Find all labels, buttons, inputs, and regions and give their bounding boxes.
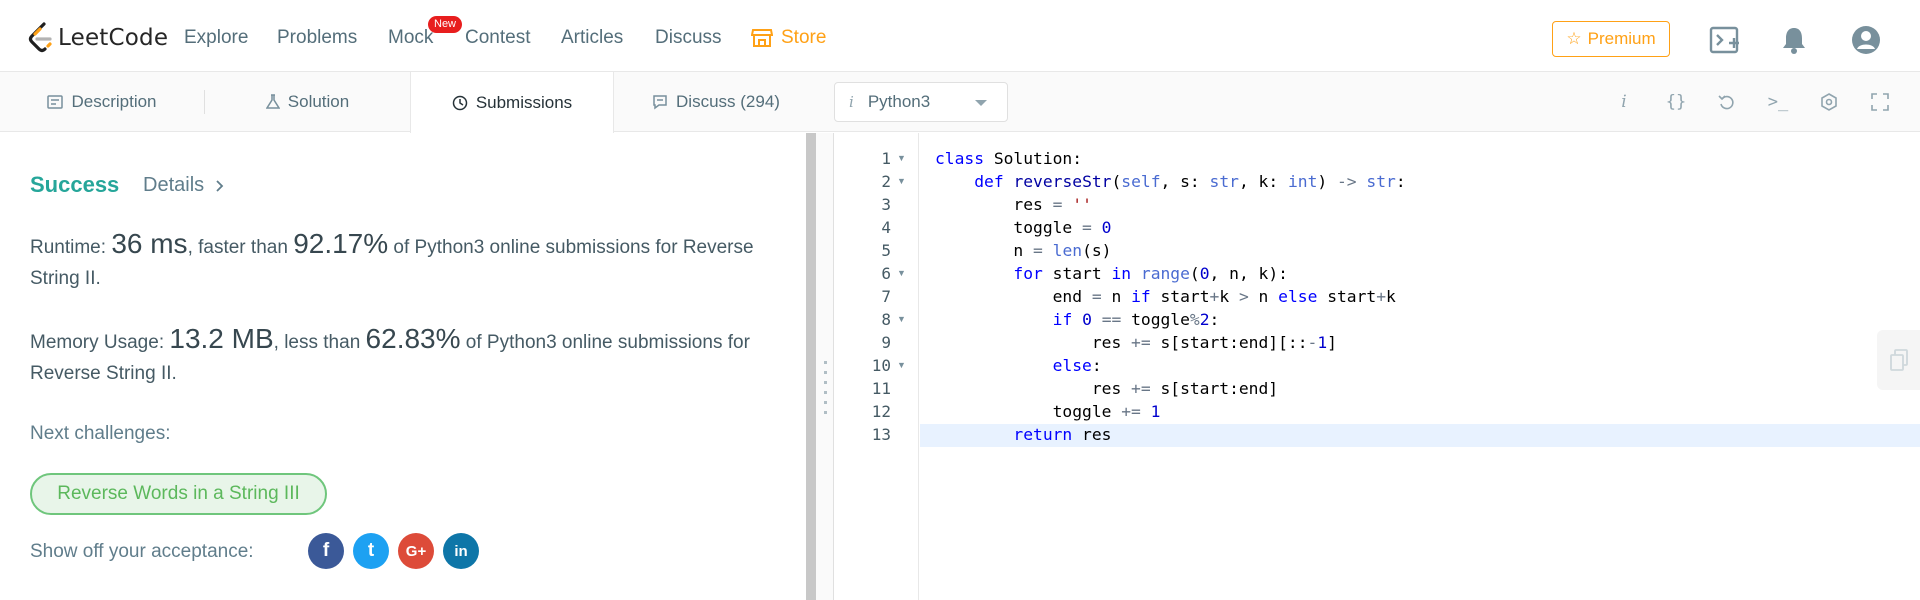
google-plus-share-icon[interactable]: G+ bbox=[398, 533, 434, 569]
info-icon[interactable]: i bbox=[1610, 88, 1638, 116]
playground-icon[interactable] bbox=[1709, 24, 1741, 56]
star-icon: ☆ bbox=[1566, 29, 1582, 48]
logo[interactable]: LeetCode bbox=[28, 22, 168, 54]
fullscreen-icon[interactable] bbox=[1866, 88, 1894, 116]
code-line: class Solution: bbox=[935, 149, 1083, 168]
chevron-down-icon bbox=[975, 100, 987, 106]
logo-text: LeetCode bbox=[58, 25, 169, 51]
line-number: 2 bbox=[881, 172, 891, 191]
nav-problems[interactable]: Problems bbox=[277, 27, 357, 49]
nav-articles[interactable]: Articles bbox=[561, 27, 623, 49]
fold-arrow-icon[interactable]: ▼ bbox=[897, 308, 906, 331]
runtime-value: 36 ms bbox=[111, 228, 188, 259]
code-line: return res bbox=[1013, 425, 1112, 444]
runtime-percent: 92.17% bbox=[293, 228, 389, 259]
notification-bell-icon[interactable] bbox=[1778, 24, 1810, 56]
line-number: 3 bbox=[881, 195, 891, 214]
runtime-stat: Runtime: 36 ms, faster than 92.17% of Py… bbox=[30, 228, 790, 294]
code-line: toggle += 1 bbox=[935, 402, 1161, 421]
language-value: Python3 bbox=[867, 92, 931, 111]
facebook-share-icon[interactable]: f bbox=[308, 533, 344, 569]
memory-label: Memory Usage: bbox=[30, 332, 170, 353]
braces-icon[interactable]: {} bbox=[1662, 88, 1690, 116]
tab-description-label: Description bbox=[71, 92, 157, 111]
settings-icon[interactable] bbox=[1815, 88, 1843, 116]
line-number: 11 bbox=[871, 379, 891, 398]
line-number: 6 bbox=[881, 264, 891, 283]
code-line: else: bbox=[1052, 356, 1102, 375]
code-line: toggle = 0 bbox=[935, 218, 1112, 237]
premium-button[interactable]: ☆ Premium bbox=[1552, 21, 1670, 57]
language-select[interactable]: i Python3 bbox=[834, 82, 1008, 122]
memory-mid: , less than bbox=[273, 332, 366, 353]
scrollbar[interactable] bbox=[806, 133, 816, 600]
line-number: 5 bbox=[881, 241, 891, 260]
line-number: 4 bbox=[881, 218, 891, 237]
next-challenges-label: Next challenges: bbox=[30, 423, 171, 444]
fold-arrow-icon[interactable]: ▼ bbox=[897, 170, 906, 193]
runtime-mid: , faster than bbox=[187, 237, 294, 258]
line-number: 7 bbox=[881, 287, 891, 306]
fold-arrow-icon[interactable]: ▼ bbox=[897, 147, 906, 170]
drag-handle-icon bbox=[824, 361, 827, 421]
flask-icon bbox=[265, 94, 280, 109]
nav-mock[interactable]: Mock bbox=[388, 27, 433, 49]
new-badge: New bbox=[428, 16, 463, 33]
avatar-icon[interactable] bbox=[1850, 24, 1882, 56]
top-navbar: LeetCode Explore Problems Mock New Conte… bbox=[0, 0, 1920, 72]
terminal-icon[interactable]: >_ bbox=[1764, 88, 1792, 116]
twitter-share-icon[interactable]: t bbox=[353, 533, 389, 569]
next-challenge-chip[interactable]: Reverse Words in a String III bbox=[30, 473, 327, 515]
linkedin-share-icon[interactable]: in bbox=[443, 533, 479, 569]
memory-value: 13.2 MB bbox=[169, 323, 274, 354]
nav-contest[interactable]: Contest bbox=[465, 27, 530, 49]
code-line: res = '' bbox=[935, 195, 1092, 214]
tab-solution-label: Solution bbox=[287, 92, 350, 111]
line-number: 12 bbox=[871, 402, 891, 421]
code-line: res += s[start:end] bbox=[935, 379, 1279, 398]
runtime-label: Runtime: bbox=[30, 237, 112, 258]
fold-arrow-icon[interactable]: ▼ bbox=[897, 262, 906, 285]
comment-icon bbox=[653, 95, 667, 110]
nav-discuss[interactable]: Discuss bbox=[655, 27, 722, 49]
details-link[interactable]: Details bbox=[143, 174, 224, 197]
copy-icon bbox=[1889, 349, 1908, 371]
store-label: Store bbox=[781, 27, 827, 48]
memory-stat: Memory Usage: 13.2 MB, less than 62.83% … bbox=[30, 323, 790, 389]
line-number: 10 bbox=[871, 356, 891, 375]
code-line: n = len(s) bbox=[935, 241, 1112, 260]
tab-solution[interactable]: Solution bbox=[205, 72, 410, 132]
tab-discuss[interactable]: Discuss (294) bbox=[614, 72, 818, 132]
tab-description[interactable]: Description bbox=[0, 72, 204, 132]
side-copy-tab[interactable] bbox=[1877, 330, 1920, 390]
store-icon bbox=[751, 29, 773, 47]
tab-discuss-label: Discuss (294) bbox=[676, 92, 780, 111]
share-label: Show off your acceptance: bbox=[30, 541, 254, 562]
code-line: res += s[start:end][::-1] bbox=[935, 333, 1337, 352]
tab-submissions[interactable]: Submissions bbox=[410, 72, 614, 133]
status-success: Success bbox=[30, 172, 120, 197]
code-line: end = n if start+k > n else start+k bbox=[935, 287, 1396, 306]
nav-store[interactable]: Store bbox=[751, 27, 826, 49]
info-icon: i bbox=[849, 93, 854, 111]
code-line: def reverseStr(self, s: str, k: int) -> … bbox=[974, 172, 1406, 191]
line-number: 13 bbox=[871, 425, 891, 444]
line-number: 1 bbox=[881, 149, 891, 168]
line-number: 9 bbox=[881, 333, 891, 352]
memory-percent: 62.83% bbox=[365, 323, 461, 354]
code-line: if 0 == toggle%2: bbox=[1052, 310, 1220, 329]
premium-label: Premium bbox=[1587, 29, 1656, 48]
reset-icon[interactable] bbox=[1713, 88, 1741, 116]
chevron-right-icon bbox=[216, 179, 224, 192]
line-number: 8 bbox=[881, 310, 891, 329]
panel-splitter[interactable] bbox=[816, 133, 834, 600]
tab-submissions-label: Submissions bbox=[475, 92, 573, 112]
nav-explore[interactable]: Explore bbox=[184, 27, 248, 49]
leetcode-logo-icon bbox=[28, 22, 52, 53]
clock-icon bbox=[452, 95, 468, 110]
description-icon bbox=[47, 95, 64, 109]
fold-arrow-icon[interactable]: ▼ bbox=[897, 354, 906, 377]
details-label: Details bbox=[143, 174, 205, 196]
code-line: for start in range(0, n, k): bbox=[1013, 264, 1288, 283]
